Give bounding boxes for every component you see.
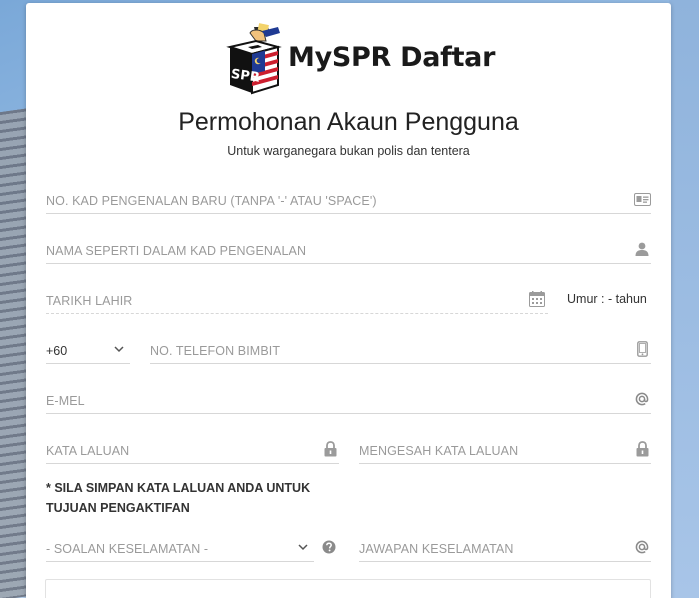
chevron-down-icon [110,340,128,358]
at-icon [633,390,651,408]
country-code-value: +60 [46,343,68,358]
birth-date-input[interactable]: TARIKH LAHIR [46,288,548,314]
phone-placeholder: NO. TELEFON BIMBIT [150,343,281,358]
security-answer-input[interactable]: JAWAPAN KESELAMATAN [359,536,651,562]
chevron-down-icon [294,538,312,556]
at-icon [633,538,651,556]
calendar-icon[interactable] [528,290,546,308]
phone-input[interactable]: NO. TELEFON BIMBIT [150,338,651,364]
page-subtitle: Untuk warganegara bukan polis dan tenter… [227,144,470,158]
security-question-value: - SOALAN KESELAMATAN - [46,541,209,556]
full-name-input[interactable]: NAMA SEPERTI DALAM KAD PENGENALAN [46,238,651,264]
registration-card: SPR MySPR Daftar Permohonan Akaun Penggu… [26,3,671,598]
birth-date-placeholder: TARIKH LAHIR [46,293,133,308]
terms-panel [45,579,651,598]
mobile-phone-icon [633,340,651,358]
user-icon [633,240,651,258]
question-circle-icon[interactable] [320,538,338,556]
confirm-password-placeholder: MENGESAH KATA LALUAN [359,443,519,458]
email-input[interactable]: E-MEL [46,388,651,414]
lock-icon [633,440,651,458]
id-card-icon [633,190,651,208]
background-sky [669,0,699,598]
ballot-box-logo-icon: SPR [222,23,284,97]
brand-name: MySPR Daftar [288,41,496,73]
page-title: Permohonan Akaun Pengguna [178,108,519,136]
email-placeholder: E-MEL [46,393,85,408]
ic-number-input[interactable]: NO. KAD PENGENALAN BARU (TANPA '-' ATAU … [46,188,651,214]
password-note: * SILA SIMPAN KATA LALUAN ANDA UNTUK TUJ… [46,481,311,515]
confirm-password-input[interactable]: MENGESAH KATA LALUAN [359,438,651,464]
security-question-select[interactable]: - SOALAN KESELAMATAN - [46,536,314,562]
ic-number-placeholder: NO. KAD PENGENALAN BARU (TANPA '-' ATAU … [46,193,377,208]
age-display: Umur : - tahun [567,292,647,306]
full-name-placeholder: NAMA SEPERTI DALAM KAD PENGENALAN [46,243,307,258]
security-answer-placeholder: JAWAPAN KESELAMATAN [359,541,514,556]
lock-icon [321,440,339,458]
password-input[interactable]: KATA LALUAN [46,438,339,464]
country-code-select[interactable]: +60 [46,338,130,364]
password-placeholder: KATA LALUAN [46,443,130,458]
brand-logo: SPR MySPR Daftar [222,23,495,97]
